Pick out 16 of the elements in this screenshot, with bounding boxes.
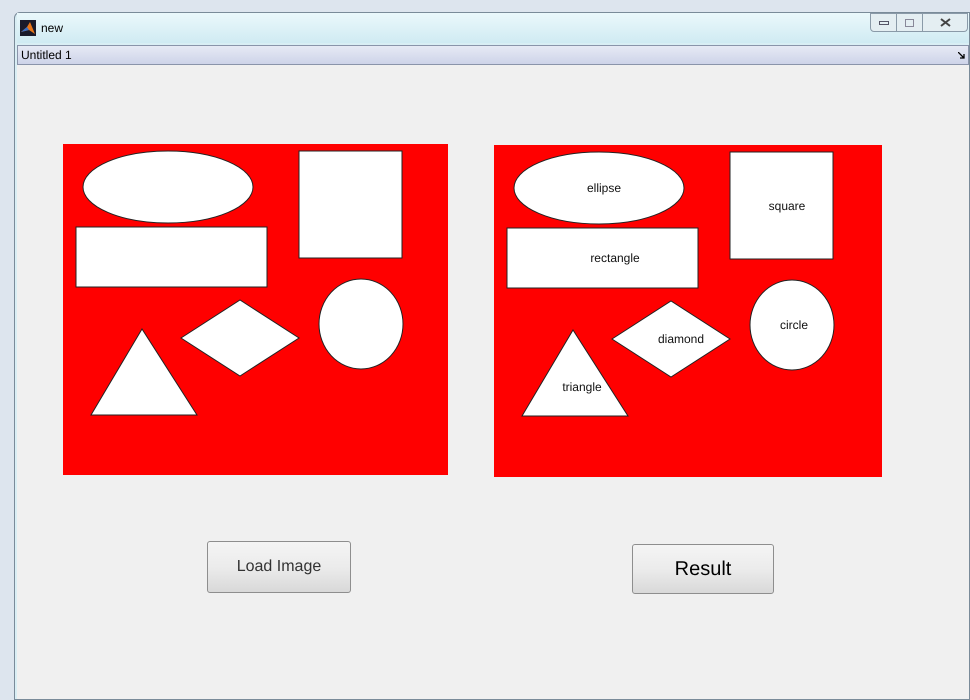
undock-arrow-icon[interactable] <box>958 52 965 58</box>
window-title: new <box>41 20 64 37</box>
shape-label: rectangle <box>590 251 640 265</box>
minimize-button[interactable] <box>870 13 897 32</box>
shape-label: diamond <box>658 332 704 346</box>
action-button[interactable]: Load Image <box>207 541 351 593</box>
close-button[interactable] <box>923 13 968 32</box>
shape-label: square <box>768 199 806 213</box>
maximize-button[interactable] <box>897 13 923 32</box>
action-button[interactable]: Result <box>632 544 774 594</box>
shape-label: triangle <box>562 380 602 394</box>
shape-label: circle <box>780 318 808 332</box>
app-logo-icon <box>20 20 36 36</box>
close-icon <box>940 18 950 27</box>
document-title: Untitled 1 <box>21 47 72 64</box>
shape-label: ellipse <box>586 181 622 195</box>
